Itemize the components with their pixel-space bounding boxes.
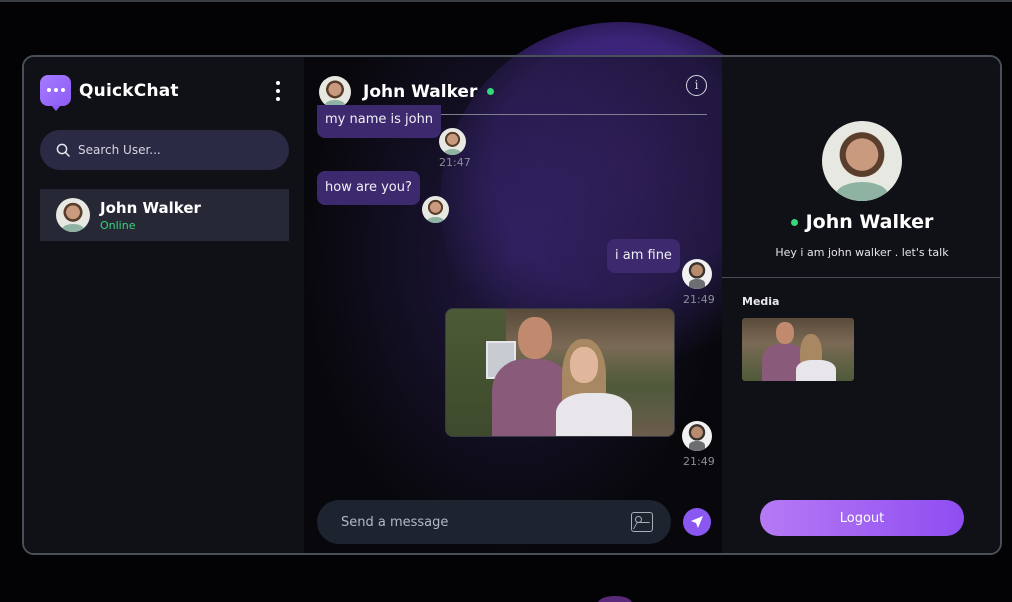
info-icon[interactable]: i [686,75,707,96]
avatar [319,75,351,108]
message-bubble: how are you? [317,171,420,205]
profile-name: John Walker [805,211,934,233]
send-button[interactable] [683,508,711,536]
avatar [56,198,90,232]
search-input[interactable] [78,143,268,157]
avatar [682,259,712,289]
online-indicator [790,218,798,226]
user-status: Online [100,218,136,232]
brand-name: QuickChat [79,80,179,101]
more-options-icon[interactable] [270,81,286,101]
profile-panel: John Walker Hey i am john walker . let's… [722,57,1000,553]
search-icon [56,143,70,157]
chat-panel: John Walker i my name is john 21:47 how … [304,57,722,553]
sidebar-item-john-walker[interactable]: John Walker Online [40,189,289,241]
avatar [682,421,712,451]
message-time: 21:49 [683,455,715,468]
background-glow-small [598,596,632,602]
page: QuickChat John Walker Online [0,0,1012,602]
media-thumbnail[interactable] [742,318,854,381]
message-time: 21:49 [683,293,715,306]
avatar [422,196,449,223]
send-icon [691,516,703,528]
profile-bio: Hey i am john walker . let's talk [775,246,949,259]
brand: QuickChat [40,75,179,111]
search-bar [40,130,289,170]
message-composer [317,500,671,544]
message-time: 21:47 [439,156,471,169]
profile-avatar [822,121,902,201]
chat-app-window: QuickChat John Walker Online [22,55,1002,555]
chat-bubble-logo-icon [40,75,71,111]
shared-photo[interactable] [445,308,675,437]
divider [722,277,1000,278]
sidebar: QuickChat John Walker Online [24,57,304,553]
online-indicator [487,88,495,95]
message-input[interactable] [341,514,611,530]
chat-contact-name: John Walker [363,81,478,102]
media-label: Media [742,295,780,308]
top-border [0,0,1012,2]
image-upload-icon[interactable] [631,512,653,532]
message-bubble: my name is john [317,105,442,138]
logout-button[interactable]: Logout [760,500,964,536]
user-name: John Walker [100,198,201,217]
avatar [439,128,466,155]
message-bubble: i am fine [607,239,680,273]
